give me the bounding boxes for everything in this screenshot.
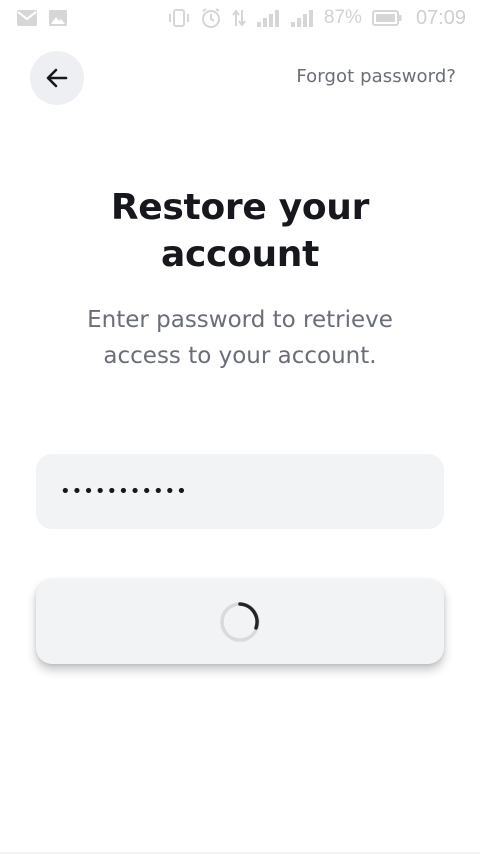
forgot-password-link[interactable]: Forgot password? [296, 66, 456, 87]
alarm-icon [200, 7, 222, 29]
vibrate-icon [168, 8, 190, 28]
signal-icon [256, 8, 280, 28]
loading-spinner-icon [218, 600, 262, 644]
status-bar-right: 87% 07:09 [168, 7, 466, 30]
arrow-left-icon [44, 65, 70, 91]
battery-percent: 87% [323, 7, 362, 28]
page-title: Restore your account [110, 187, 370, 275]
password-field[interactable] [36, 454, 444, 529]
battery-icon [371, 10, 402, 26]
status-bar-left [16, 9, 68, 27]
signal-icon-2 [290, 8, 314, 28]
status-time: 07:09 [415, 6, 466, 29]
restore-button[interactable] [36, 579, 444, 664]
restore-account-screen: 87% 07:09 Forgot password? Restore your … [0, 0, 480, 854]
status-bar: 87% 07:09 [0, 0, 480, 36]
gmail-icon [16, 9, 38, 27]
data-arrows-icon [232, 8, 246, 28]
back-button[interactable] [30, 51, 84, 105]
page-subtitle: Enter password to retrieve access to you… [87, 307, 393, 369]
gallery-icon [48, 9, 68, 27]
